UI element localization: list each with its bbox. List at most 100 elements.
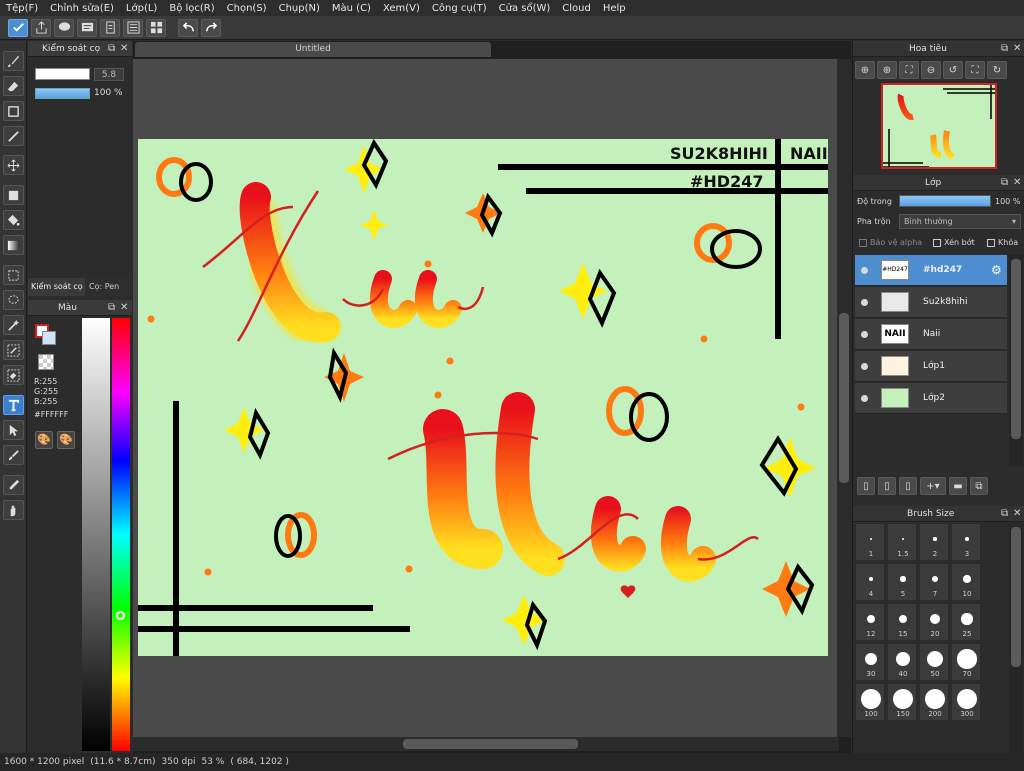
brush-size-preset[interactable]: 70: [951, 643, 981, 681]
document-tab[interactable]: Untitled: [135, 42, 491, 57]
menu-select[interactable]: Chọn(S): [221, 3, 273, 14]
vertical-scrollbar[interactable]: [837, 59, 851, 737]
fit-button[interactable]: ⛶: [899, 61, 919, 79]
vertical-scroll-thumb[interactable]: [839, 313, 849, 483]
eyedropper-tool[interactable]: [3, 475, 24, 495]
antialias-button[interactable]: [8, 18, 28, 37]
hue-picker-handle[interactable]: [116, 611, 125, 620]
visibility-icon[interactable]: [861, 298, 868, 306]
visibility-icon[interactable]: [861, 362, 868, 370]
menu-filter[interactable]: Bộ lọc(R): [163, 3, 220, 14]
layer-row[interactable]: #HD247 #hd247 ⚙: [855, 255, 1007, 286]
bucket-tool[interactable]: [3, 210, 24, 230]
visibility-icon[interactable]: [861, 266, 868, 274]
layer-row[interactable]: NAII Naii: [855, 319, 1007, 350]
share-button[interactable]: [31, 18, 51, 37]
menu-capture[interactable]: Chụp(N): [273, 3, 326, 14]
smudge-tool[interactable]: [3, 445, 24, 465]
rotate-left-button[interactable]: ↺: [943, 61, 963, 79]
caption-button[interactable]: [77, 18, 97, 37]
new-color-layer-button[interactable]: ▯: [878, 477, 896, 495]
undo-button[interactable]: [178, 18, 198, 37]
blend-mode-select[interactable]: Bình thường ▾: [899, 214, 1021, 229]
grid-button[interactable]: [146, 18, 166, 37]
fill-rect-tool[interactable]: [3, 185, 24, 205]
menu-help[interactable]: Help: [597, 3, 632, 14]
menu-window[interactable]: Cửa sổ(W): [493, 3, 557, 14]
page-button[interactable]: [100, 18, 120, 37]
duplicate-layer-button[interactable]: ⧉: [970, 477, 988, 495]
brush-size-value[interactable]: 5.8: [94, 68, 124, 81]
brush-size-preset[interactable]: 100: [855, 683, 885, 721]
menu-tools[interactable]: Công cụ(T): [426, 3, 493, 14]
lasso-tool[interactable]: [3, 290, 24, 310]
brush-size-slider[interactable]: [35, 68, 90, 80]
brush-size-preset[interactable]: 200: [919, 683, 949, 721]
brush-opacity-slider[interactable]: [35, 88, 90, 99]
layer-scroll-thumb[interactable]: [1011, 259, 1021, 439]
new-halftone-layer-button[interactable]: ▯: [899, 477, 917, 495]
operation-tool[interactable]: [3, 420, 24, 440]
select-pen-tool[interactable]: [3, 340, 24, 360]
horizontal-scroll-thumb[interactable]: [403, 739, 578, 749]
brush-size-preset[interactable]: 12: [855, 603, 885, 641]
zoom-actual-button[interactable]: ⊕: [855, 61, 875, 79]
visibility-icon[interactable]: [861, 330, 868, 338]
protect-alpha-checkbox[interactable]: Bảo vệ alpha: [859, 238, 922, 247]
close-icon[interactable]: ✕: [1013, 43, 1021, 54]
hand-tool[interactable]: [3, 500, 24, 520]
brush-size-preset[interactable]: 150: [887, 683, 917, 721]
menu-file[interactable]: Tệp(F): [0, 3, 44, 14]
magic-wand-tool[interactable]: [3, 315, 24, 335]
drawing-canvas[interactable]: SU2K8HIHI NAII #HD247: [138, 139, 828, 656]
line-tool[interactable]: [3, 126, 24, 146]
popout-icon[interactable]: ⧉: [108, 43, 115, 54]
menu-cloud[interactable]: Cloud: [556, 3, 597, 14]
hue-bar[interactable]: [112, 318, 130, 751]
brush-size-preset[interactable]: 30: [855, 643, 885, 681]
brush-size-preset[interactable]: 5: [887, 563, 917, 601]
brush-size-preset[interactable]: 15: [887, 603, 917, 641]
popout-icon[interactable]: ⧉: [1001, 177, 1008, 188]
select-eraser-tool[interactable]: [3, 365, 24, 385]
brush-size-preset[interactable]: 7: [919, 563, 949, 601]
tab-pen[interactable]: Cọ: Pen: [86, 278, 132, 296]
brush-size-scrollbar[interactable]: [1009, 523, 1023, 753]
menu-view[interactable]: Xem(V): [377, 3, 426, 14]
move-tool[interactable]: [3, 155, 24, 175]
visibility-icon[interactable]: [861, 394, 868, 402]
reset-view-button[interactable]: ⛶: [965, 61, 985, 79]
background-color-swatch[interactable]: [42, 331, 56, 345]
tab-brush-control[interactable]: Kiểm soát cọ: [28, 278, 85, 296]
close-icon[interactable]: ✕: [120, 43, 128, 54]
comment-button[interactable]: [54, 18, 74, 37]
menu-edit[interactable]: Chỉnh sửa(E): [44, 3, 120, 14]
menu-layer[interactable]: Lớp(L): [120, 3, 163, 14]
brush-size-preset[interactable]: 1.5: [887, 523, 917, 561]
layer-row[interactable]: Lớp2: [855, 383, 1007, 414]
close-icon[interactable]: ✕: [120, 302, 128, 313]
clip-checkbox[interactable]: Xén bớt: [933, 238, 975, 247]
brush-size-preset[interactable]: 25: [951, 603, 981, 641]
brush-size-preset[interactable]: 1: [855, 523, 885, 561]
popout-icon[interactable]: ⧉: [1001, 508, 1008, 519]
palette-button[interactable]: 🎨: [35, 431, 53, 449]
lock-checkbox[interactable]: Khóa: [987, 238, 1018, 247]
menu-color[interactable]: Màu (C): [326, 3, 377, 14]
brush-size-preset[interactable]: 3: [951, 523, 981, 561]
close-icon[interactable]: ✕: [1013, 177, 1021, 188]
layer-row[interactable]: Su2k8hihi: [855, 287, 1007, 318]
rotate-right-button[interactable]: ↻: [987, 61, 1007, 79]
list-button[interactable]: [123, 18, 143, 37]
zoom-out-button[interactable]: ⊖: [921, 61, 941, 79]
layer-opacity-slider[interactable]: [899, 195, 991, 207]
text-tool[interactable]: [3, 395, 24, 415]
layer-scrollbar[interactable]: [1009, 255, 1023, 467]
new-folder-button[interactable]: ▬: [949, 477, 967, 495]
redo-button[interactable]: [201, 18, 221, 37]
rectangle-tool[interactable]: [3, 101, 24, 121]
rect-select-tool[interactable]: [3, 265, 24, 285]
palette-edit-button[interactable]: 🎨: [57, 431, 75, 449]
brush-size-scroll-thumb[interactable]: [1011, 527, 1021, 667]
brush-size-preset[interactable]: 40: [887, 643, 917, 681]
